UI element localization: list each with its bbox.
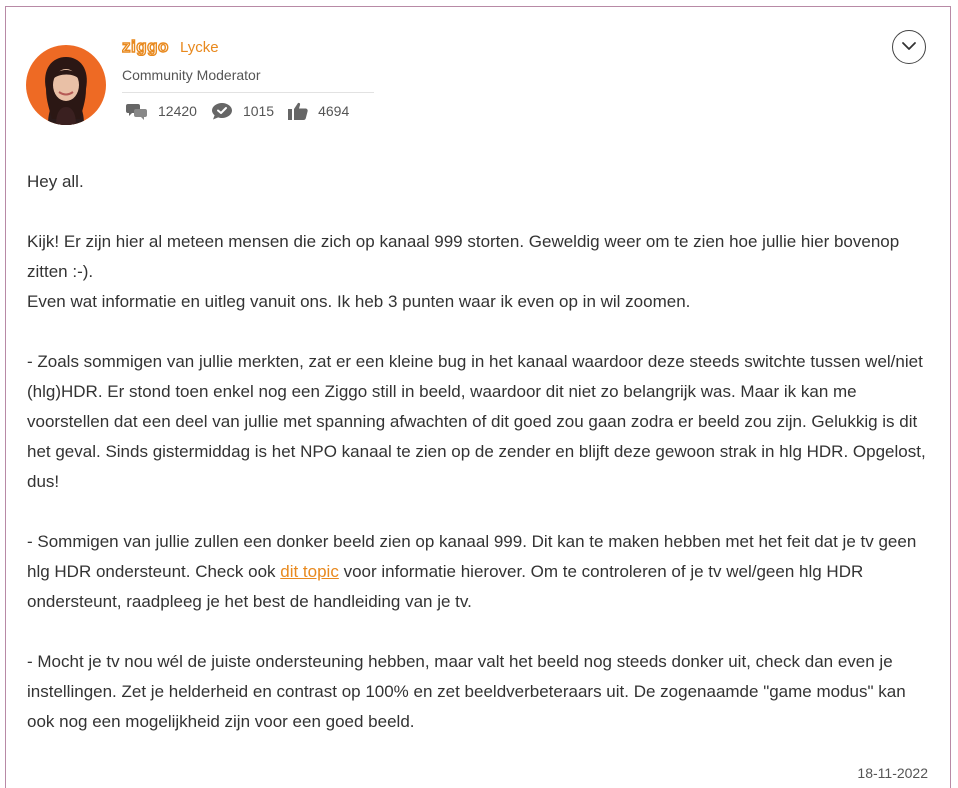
author-stats: 12420 1015 4694 — [126, 102, 374, 120]
post-intro-line-2: Even wat informatie en uitleg vanuit ons… — [27, 292, 691, 311]
post-intro-line-1: Kijk! Er zijn hier al meteen mensen die … — [27, 232, 900, 281]
collapse-button[interactable] — [892, 30, 926, 64]
stats-divider — [122, 92, 374, 93]
post-paragraph-bug: - Zoals sommigen van jullie merkten, zat… — [27, 352, 926, 491]
post-paragraph-settings: - Mocht je tv nou wél de juiste onderste… — [27, 652, 906, 731]
author-info: ziggo Lycke Community Moderator 12420 10… — [122, 37, 374, 120]
thumbs-up-icon — [288, 102, 308, 120]
avatar-photo — [26, 45, 106, 125]
reply-bubble-icon — [211, 102, 233, 120]
ziggo-logo: ziggo — [122, 37, 174, 57]
post-paragraph-dark-image: - Sommigen van jullie zullen een donker … — [27, 527, 927, 617]
stat-conversations-value: 12420 — [158, 103, 197, 119]
forum-post: ziggo Lycke Community Moderator 12420 10… — [5, 6, 951, 788]
stat-conversations: 12420 — [126, 102, 197, 120]
post-greeting: Hey all. — [27, 172, 84, 191]
stat-replies: 1015 — [211, 102, 274, 120]
author-name[interactable]: Lycke — [180, 39, 219, 56]
chevron-down-icon — [901, 38, 917, 56]
stat-likes-value: 4694 — [318, 103, 350, 119]
post-paragraph-intro: Kijk! Er zijn hier al meteen mensen die … — [27, 227, 927, 317]
post-date: 18-11-2022 — [857, 765, 928, 781]
author-line: ziggo Lycke — [122, 37, 374, 57]
author-role: Community Moderator — [122, 67, 261, 83]
stat-replies-value: 1015 — [242, 103, 275, 119]
conversations-icon — [126, 102, 148, 120]
avatar[interactable] — [26, 45, 106, 125]
stat-likes: 4694 — [288, 102, 349, 120]
topic-link[interactable]: dit topic — [280, 562, 339, 581]
svg-text:ziggo: ziggo — [122, 38, 169, 56]
post-body: Hey all. Kijk! Er zijn hier al meteen me… — [27, 167, 927, 767]
